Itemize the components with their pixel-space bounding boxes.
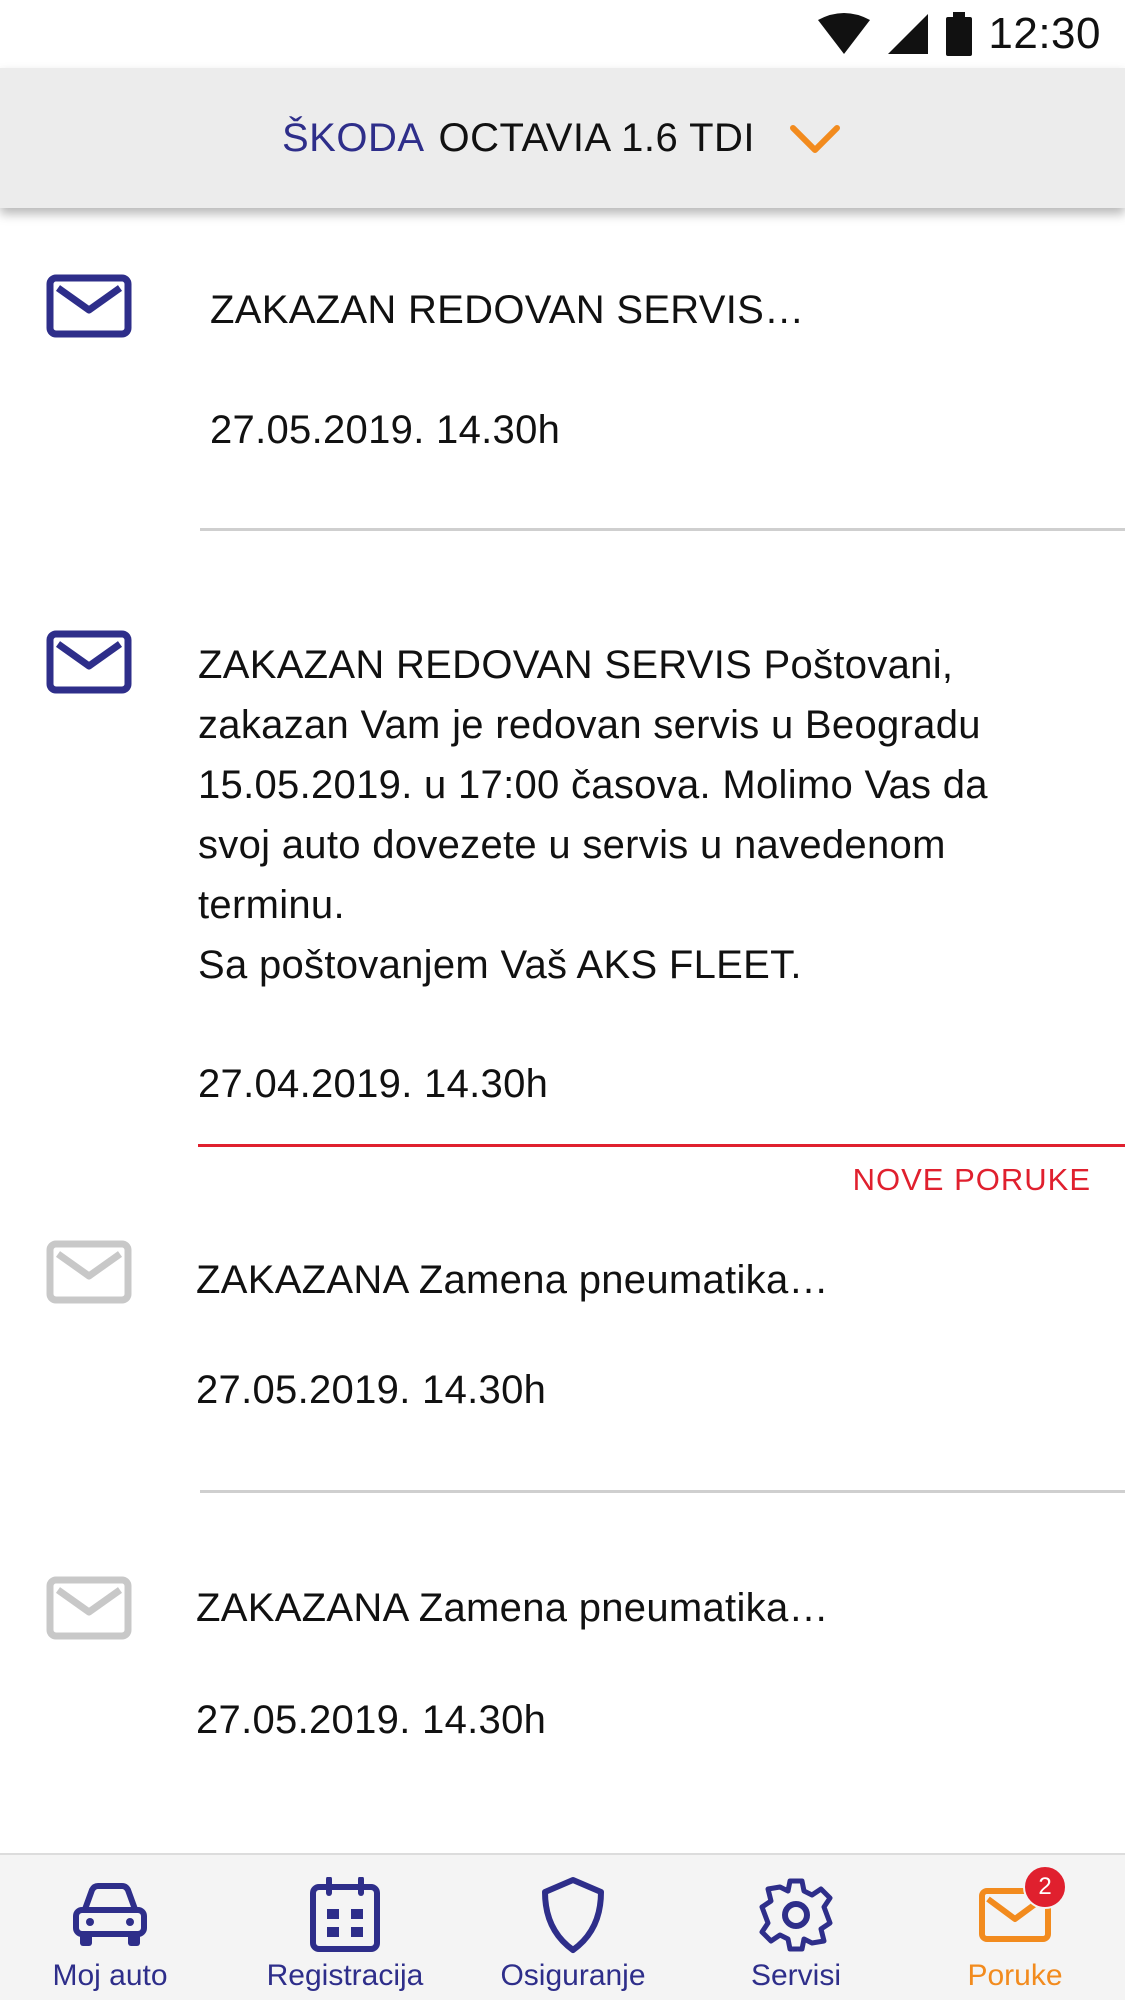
message-item[interactable]: ZAKAZANA Zamena pneumatika… 27.05.2019. … [0, 1208, 1125, 1488]
mail-icon: 2 [975, 1865, 1067, 1955]
new-messages-label: NOVE PORUKE [852, 1162, 1091, 1197]
message-date: 27.04.2019. 14.30h [198, 1062, 549, 1106]
nav-item-moj-auto[interactable]: Moj auto [30, 1855, 190, 2000]
nav-label: Osiguranje [500, 1959, 646, 1992]
mail-icon [46, 1240, 132, 1304]
message-title: ZAKAZANA Zamena pneumatika… [196, 1258, 829, 1302]
message-date: 27.05.2019. 14.30h [210, 408, 561, 452]
nav-label: Servisi [750, 1959, 841, 1992]
chevron-down-icon[interactable] [787, 118, 843, 158]
message-body: ZAKAZAN REDOVAN SERVIS Poštovani, zakaza… [198, 635, 1098, 995]
message-date: 27.05.2019. 14.30h [196, 1368, 547, 1412]
nav-label: Poruke [967, 1959, 1063, 1992]
divider [200, 1490, 1125, 1493]
gear-icon [756, 1875, 836, 1955]
calendar-icon [305, 1875, 385, 1955]
mail-icon [46, 1576, 132, 1640]
message-body-line: terminu. [198, 883, 345, 927]
mail-icon [46, 274, 132, 338]
message-title: ZAKAZANA Zamena pneumatika… [196, 1586, 829, 1630]
message-item-expanded[interactable]: ZAKAZAN REDOVAN SERVIS Poštovani, zakaza… [0, 560, 1125, 1140]
bottom-nav: Moj auto Registracija Osiguranje Servisi… [0, 1853, 1125, 2000]
unread-count-badge: 2 [1023, 1865, 1067, 1909]
status-bar: 12:30 [0, 0, 1125, 68]
nav-item-servisi[interactable]: Servisi [716, 1855, 876, 2000]
vehicle-model: OCTAVIA 1.6 TDI [438, 115, 756, 160]
mail-icon [46, 630, 132, 694]
nav-label: Registracija [266, 1959, 424, 1992]
message-date: 27.05.2019. 14.30h [196, 1698, 547, 1742]
car-icon [70, 1875, 150, 1955]
status-time: 12:30 [988, 9, 1101, 58]
nav-item-registracija[interactable]: Registracija [250, 1855, 440, 2000]
wifi-icon [818, 13, 871, 54]
vehicle-title[interactable]: ŠKODA OCTAVIA 1.6 TDI [282, 116, 843, 161]
message-item[interactable]: ZAKAZANA Zamena pneumatika… 27.05.2019. … [0, 1540, 1125, 1820]
message-item[interactable]: ZAKAZAN REDOVAN SERVIS… 27.05.2019. 14.3… [0, 208, 1125, 530]
message-title: ZAKAZAN REDOVAN SERVIS… [210, 288, 805, 332]
shield-icon [533, 1875, 613, 1955]
signal-icon [888, 14, 929, 54]
message-body-line: 15.05.2019. u 17:00 časova. Molimo Vas d… [198, 763, 988, 807]
message-body-line: Sa poštovanjem Vaš AKS FLEET. [198, 943, 802, 987]
nav-item-poruke[interactable]: 2 Poruke [935, 1855, 1095, 2000]
vehicle-brand: ŠKODA [281, 115, 425, 160]
new-messages-divider [198, 1144, 1125, 1147]
message-title: ZAKAZAN REDOVAN SERVIS Poštovani, [198, 643, 954, 687]
nav-label: Moj auto [52, 1959, 168, 1992]
vehicle-selector[interactable]: ŠKODA OCTAVIA 1.6 TDI [0, 68, 1125, 208]
battery-icon [946, 12, 973, 56]
message-body-line: zakazan Vam je redovan servis u Beogradu [198, 703, 981, 747]
nav-item-osiguranje[interactable]: Osiguranje [478, 1855, 668, 2000]
status-icons: 12:30 [816, 8, 1101, 60]
message-body-line: svoj auto dovezete u servis u navedenom [198, 823, 946, 867]
divider [200, 528, 1125, 531]
